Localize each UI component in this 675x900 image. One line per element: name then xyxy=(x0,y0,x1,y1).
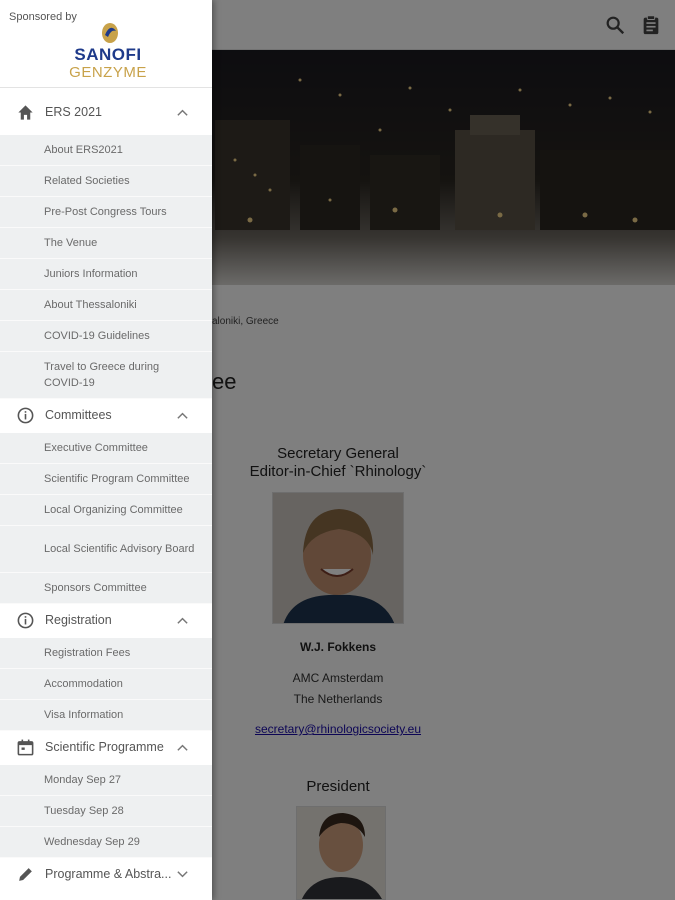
drawer-item-the-venue[interactable]: The Venue xyxy=(0,228,212,259)
drawer-section-title: Registration xyxy=(45,613,112,627)
drawer-section-programme-abstracts[interactable]: Programme & Abstra... xyxy=(0,858,212,892)
drawer-section-title: ERS 2021 xyxy=(45,105,102,119)
drawer-section-scientific-programme[interactable]: Scientific Programme xyxy=(0,731,212,765)
drawer-item-wednesday[interactable]: Wednesday Sep 29 xyxy=(0,827,212,858)
chevron-up-icon xyxy=(177,412,188,419)
pencil-icon xyxy=(19,868,32,881)
drawer-section-committees[interactable]: Committees xyxy=(0,399,212,433)
navigation-drawer: Sponsored by SANOFI GENZYME ERS 2021 Abo… xyxy=(0,0,212,900)
sanofi-bird-icon xyxy=(102,23,118,43)
drawer-item-related-societies[interactable]: Related Societies xyxy=(0,166,212,197)
drawer-item-accommodation[interactable]: Accommodation xyxy=(0,669,212,700)
drawer-section-title: Scientific Programme xyxy=(45,740,164,754)
drawer-item-sponsors-committee[interactable]: Sponsors Committee xyxy=(0,573,212,604)
drawer-section-registration[interactable]: Registration xyxy=(0,604,212,638)
sponsor-logo-text-top: SANOFI xyxy=(74,45,142,64)
drawer-item-about-thessaloniki[interactable]: About Thessaloniki xyxy=(0,290,212,321)
info-icon xyxy=(17,407,34,424)
info-icon xyxy=(17,612,34,629)
drawer-section-ers-2021[interactable]: ERS 2021 xyxy=(0,88,212,135)
drawer-item-local-scientific-advisory-board[interactable]: Local Scientific Advisory Board xyxy=(0,526,212,573)
drawer-item-registration-fees[interactable]: Registration Fees xyxy=(0,638,212,669)
home-icon xyxy=(18,105,33,120)
drawer-item-congress-tours[interactable]: Pre-Post Congress Tours xyxy=(0,197,212,228)
chevron-up-icon xyxy=(177,744,188,751)
drawer-item-tuesday[interactable]: Tuesday Sep 28 xyxy=(0,796,212,827)
drawer-scrim[interactable] xyxy=(212,0,675,900)
sponsor-logo: SANOFI GENZYME xyxy=(62,21,154,83)
drawer-item-covid-guidelines[interactable]: COVID-19 Guidelines xyxy=(0,321,212,352)
sponsor-header: Sponsored by SANOFI GENZYME xyxy=(0,0,212,88)
chevron-up-icon xyxy=(177,109,188,116)
drawer-section-title: Programme & Abstra... xyxy=(45,867,172,881)
drawer-item-scientific-program-committee[interactable]: Scientific Program Committee xyxy=(0,464,212,495)
drawer-item-executive-committee[interactable]: Executive Committee xyxy=(0,433,212,464)
drawer-item-about-ers2021[interactable]: About ERS2021 xyxy=(0,135,212,166)
chevron-down-icon xyxy=(177,871,188,878)
drawer-item-monday[interactable]: Monday Sep 27 xyxy=(0,765,212,796)
sponsor-logo-text-bottom: GENZYME xyxy=(69,64,147,81)
drawer-item-visa-information[interactable]: Visa Information xyxy=(0,700,212,731)
calendar-icon xyxy=(17,739,34,756)
drawer-item-travel-covid[interactable]: Travel to Greece during COVID-19 xyxy=(0,352,212,399)
drawer-item-local-organizing-committee[interactable]: Local Organizing Committee xyxy=(0,495,212,526)
chevron-up-icon xyxy=(177,617,188,624)
drawer-section-title: Committees xyxy=(45,408,112,422)
drawer-item-juniors-information[interactable]: Juniors Information xyxy=(0,259,212,290)
